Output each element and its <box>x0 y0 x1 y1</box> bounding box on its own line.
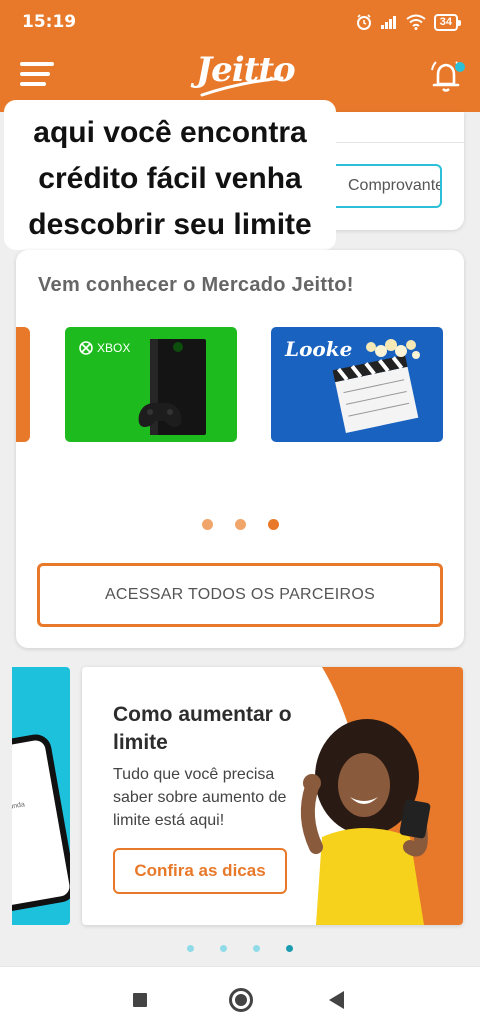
caption-line: aqui você encontra <box>33 116 307 149</box>
recent-apps-icon[interactable] <box>133 993 147 1007</box>
banner-carousel-dots <box>0 945 480 952</box>
partner-card-peek[interactable] <box>16 327 30 442</box>
home-icon[interactable] <box>229 988 253 1012</box>
wifi-icon <box>406 14 426 30</box>
phone-date-label: Segunda <box>12 801 26 813</box>
phone-image: 19 Segunda <box>12 731 70 917</box>
banner-peek-slide[interactable]: 19 Segunda <box>12 667 70 925</box>
partner-card-xbox[interactable]: XBOX <box>65 327 237 442</box>
access-all-partners-button[interactable]: ACESSAR TODOS OS PARCEIROS <box>37 563 443 627</box>
bell-icon <box>431 61 465 92</box>
carousel-dot[interactable] <box>234 519 246 530</box>
hamburger-menu-icon[interactable] <box>20 62 54 88</box>
caption-line: descobrir seu limite <box>28 208 312 241</box>
status-icons: 34 <box>356 12 462 32</box>
tips-body: Tudo que você precisa saber sobre aument… <box>113 766 287 829</box>
status-time: 15:19 <box>22 12 77 32</box>
tips-title: Como aumentar o limite <box>113 703 292 754</box>
tips-banner: Como aumentar o limite Tudo que você pre… <box>82 667 463 925</box>
logo-swoosh <box>200 76 284 97</box>
system-nav-bar <box>0 966 480 1030</box>
overlay-caption: aqui você encontra crédito fácil venha d… <box>4 100 336 250</box>
signal-icon <box>380 16 396 29</box>
xbox-console-image <box>138 339 206 435</box>
clapperboard-popcorn-image <box>332 339 420 433</box>
carousel-dot-active[interactable] <box>286 945 293 952</box>
mercado-carousel-dots <box>16 519 464 530</box>
caption-line: crédito fácil venha <box>38 162 302 195</box>
carousel-dot[interactable] <box>253 945 260 952</box>
carousel-dot-active[interactable] <box>267 519 279 530</box>
check-tips-button[interactable]: Confira as dicas <box>113 848 287 894</box>
back-icon[interactable] <box>329 991 344 1009</box>
mercado-title: Vem conhecer o Mercado Jeitto! <box>38 274 354 296</box>
status-bar: 15:19 34 <box>0 0 480 40</box>
notification-bell-button[interactable] <box>428 56 468 96</box>
carousel-dot[interactable] <box>187 945 194 952</box>
partner-card-looke[interactable]: Looke <box>271 327 443 442</box>
carousel-dot[interactable] <box>220 945 227 952</box>
carousel-dot[interactable] <box>201 519 213 530</box>
woman-with-phone-image <box>300 719 431 925</box>
mercado-card: Vem conhecer o Mercado Jeitto! XBOX Look… <box>16 250 464 648</box>
battery-icon: 34 <box>433 13 462 31</box>
alarm-icon <box>356 14 371 30</box>
jeitto-logo: Jeitto <box>196 48 296 102</box>
